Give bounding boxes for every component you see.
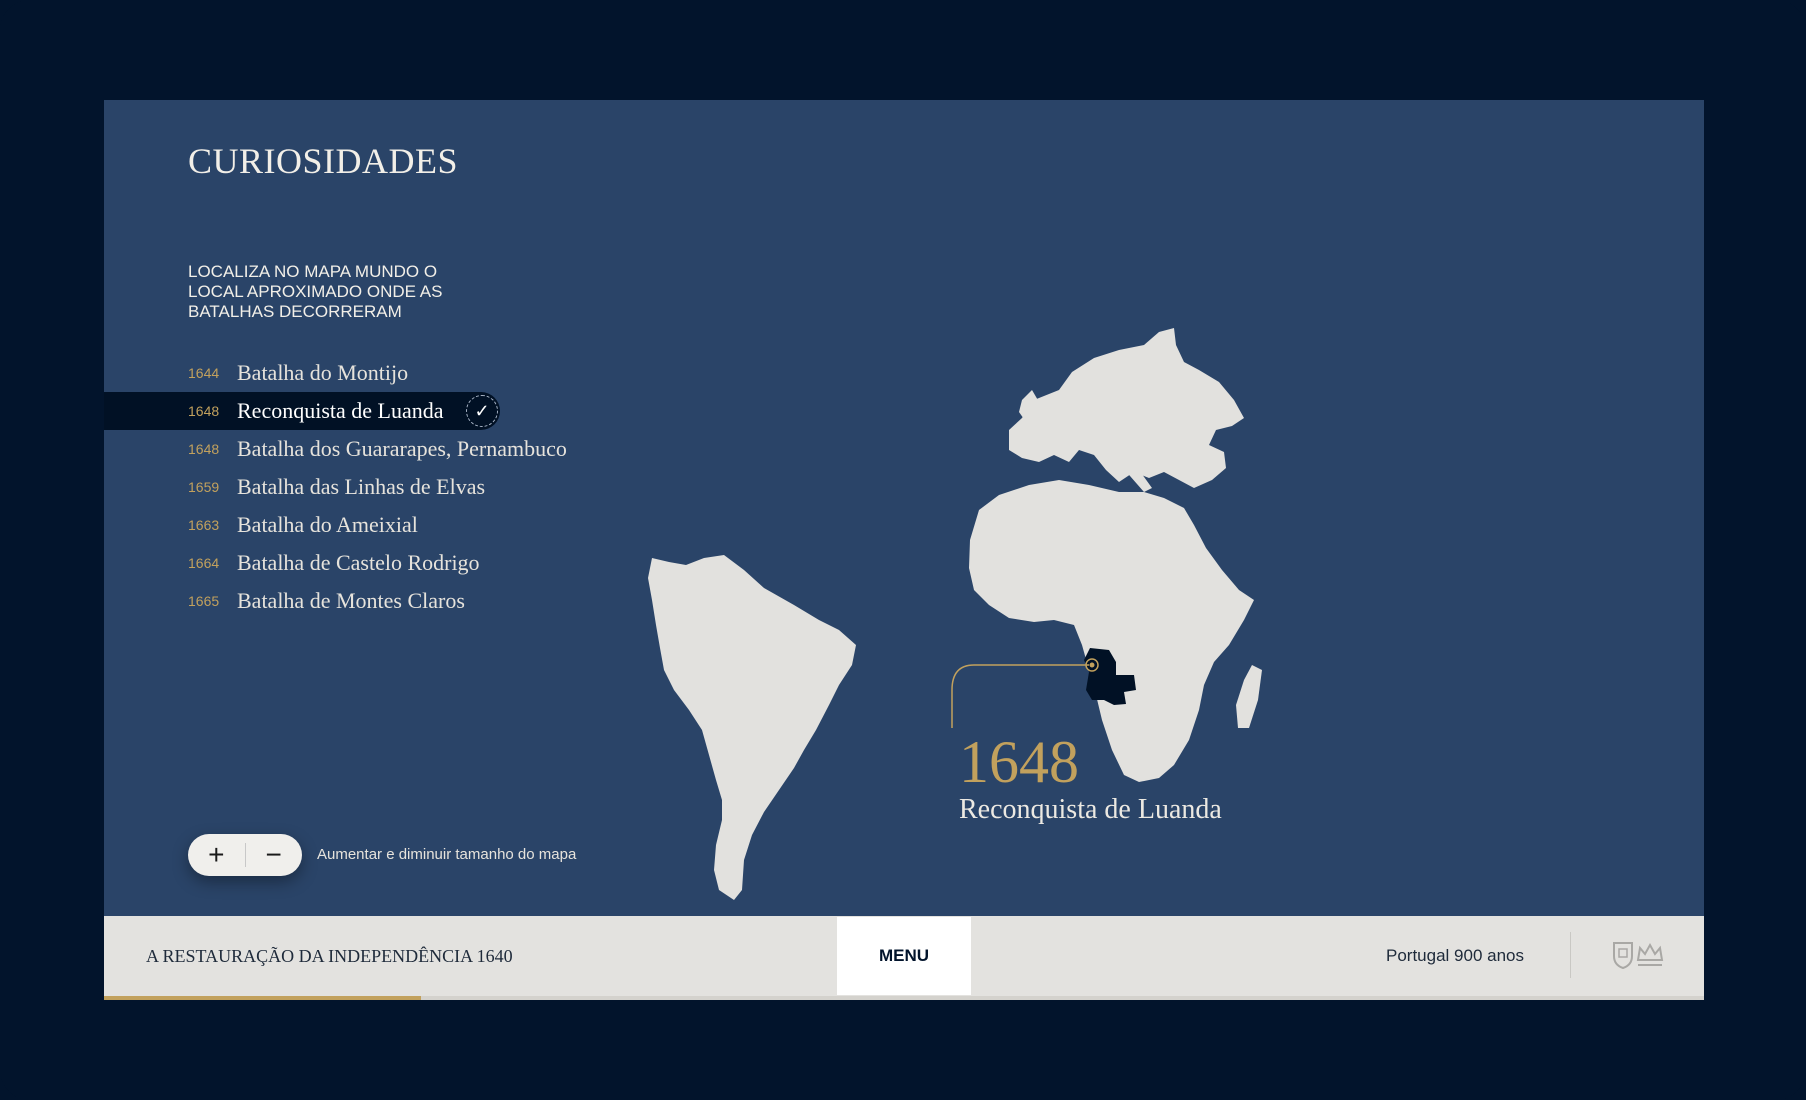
battle-name: Reconquista de Luanda bbox=[237, 398, 444, 423]
page-title: CURIOSIDADES bbox=[188, 141, 459, 181]
battle-year: 1663 bbox=[188, 517, 220, 533]
callout-name: Reconquista de Luanda bbox=[959, 794, 1222, 825]
battle-year: 1664 bbox=[188, 555, 220, 571]
zoom-in-button[interactable]: + bbox=[188, 834, 245, 876]
footer-divider bbox=[1570, 932, 1571, 978]
zoom-label: Aumentar e diminuir tamanho do mapa bbox=[317, 846, 577, 863]
callout-year: 1648 bbox=[959, 729, 1079, 795]
battle-item-ameixial[interactable]: 1663 Batalha do Ameixial bbox=[104, 506, 664, 544]
battle-item-montijo[interactable]: 1644 Batalha do Montijo bbox=[104, 354, 664, 392]
app-frame: CURIOSIDADES LOCALIZA NO MAPA MUNDO O LO… bbox=[0, 0, 1806, 1100]
battle-name: Batalha do Montijo bbox=[237, 360, 409, 385]
zoom-out-button[interactable]: − bbox=[245, 834, 302, 876]
footer-bar: A RESTAURAÇÃO DA INDEPENDÊNCIA 1640 MENU… bbox=[104, 916, 1704, 1000]
battle-item-linhas-de-elvas[interactable]: 1659 Batalha das Linhas de Elvas bbox=[104, 468, 664, 506]
zoom-control: + − bbox=[188, 834, 302, 876]
callout-connector bbox=[951, 664, 1089, 728]
checkmark-icon: ✓ bbox=[466, 395, 498, 427]
south-america-landmass bbox=[648, 555, 856, 900]
battle-year: 1648 bbox=[188, 403, 220, 419]
instruction-text: LOCALIZA NO MAPA MUNDO O LOCAL APROXIMAD… bbox=[188, 262, 443, 321]
curiosidades-screen: CURIOSIDADES LOCALIZA NO MAPA MUNDO O LO… bbox=[104, 100, 1704, 1000]
footer-title[interactable]: A RESTAURAÇÃO DA INDEPENDÊNCIA 1640 bbox=[146, 946, 513, 967]
battle-item-luanda[interactable]: 1648 Reconquista de Luanda ✓ bbox=[104, 392, 500, 430]
menu-button[interactable]: MENU bbox=[837, 917, 971, 995]
british-isles bbox=[1019, 390, 1039, 422]
battle-year: 1659 bbox=[188, 479, 220, 495]
progress-fill bbox=[104, 996, 421, 1000]
madagascar bbox=[1236, 665, 1262, 728]
battle-name: Batalha de Castelo Rodrigo bbox=[237, 550, 480, 575]
callout-target-dot bbox=[1089, 662, 1095, 668]
battle-name: Batalha do Ameixial bbox=[237, 512, 418, 537]
footer-portugal-link[interactable]: Portugal 900 anos bbox=[1386, 946, 1524, 966]
battle-name: Batalha de Montes Claros bbox=[237, 588, 465, 613]
battle-list: 1644 Batalha do Montijo 1648 Reconquista… bbox=[104, 354, 664, 620]
battle-item-guararapes[interactable]: 1648 Batalha dos Guararapes, Pernambuco bbox=[104, 430, 664, 468]
battle-name: Batalha das Linhas de Elvas bbox=[237, 474, 486, 499]
battle-year: 1665 bbox=[188, 593, 220, 609]
battle-item-castelo-rodrigo[interactable]: 1664 Batalha de Castelo Rodrigo bbox=[104, 544, 664, 582]
coat-of-arms-icon[interactable] bbox=[1612, 940, 1664, 970]
progress-track bbox=[104, 996, 1704, 1000]
battle-year: 1648 bbox=[188, 441, 220, 457]
battle-item-montes-claros[interactable]: 1665 Batalha de Montes Claros bbox=[104, 582, 664, 620]
battle-name: Batalha dos Guararapes, Pernambuco bbox=[237, 436, 567, 461]
battle-year: 1644 bbox=[188, 365, 220, 381]
